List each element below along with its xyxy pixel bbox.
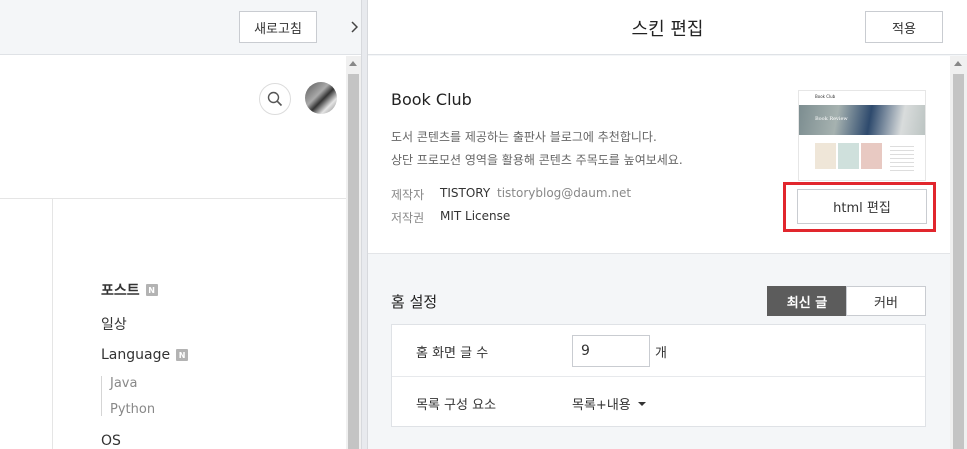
list-config-dropdown[interactable]: 목록+내용 <box>572 394 646 413</box>
new-badge-icon: N <box>176 349 189 361</box>
apply-button[interactable]: 적용 <box>865 11 943 43</box>
thumbnail-site-title: Book Club <box>799 91 925 105</box>
list-config-label: 목록 구성 요소 <box>416 398 497 413</box>
tab-latest-posts[interactable]: 최신 글 <box>767 286 847 316</box>
refresh-button[interactable]: 새로고침 <box>239 11 317 43</box>
license-value: MIT License <box>440 209 511 223</box>
preview-blog-header <box>0 56 346 199</box>
skin-description: 도서 콘텐츠를 제공하는 출판사 블로그에 추천합니다. <box>391 130 657 144</box>
category-label: 일상 <box>101 317 127 333</box>
pane-divider[interactable] <box>361 0 368 449</box>
thumbnail-text-lines <box>890 143 914 173</box>
scroll-up-icon[interactable] <box>954 61 962 66</box>
new-badge-icon: N <box>145 284 158 296</box>
subcategory-java[interactable]: Java <box>110 376 137 391</box>
category-label: Language <box>101 347 171 363</box>
home-settings-title: 홈 설정 <box>391 293 438 311</box>
scroll-up-icon[interactable] <box>349 61 357 66</box>
thumbnail-banner: Book Review <box>799 105 925 135</box>
tab-cover[interactable]: 커버 <box>846 286 926 316</box>
category-posts[interactable]: 포스트 N <box>101 280 158 300</box>
scroll-thumb[interactable] <box>953 74 964 449</box>
editor-scrollbar[interactable] <box>950 56 967 449</box>
category-label: OS <box>101 433 121 449</box>
home-settings-table: 홈 화면 글 수 개 목록 구성 요소 목록+내용 <box>391 324 926 427</box>
highlight-box <box>783 182 936 232</box>
content-divider <box>52 199 53 449</box>
skin-info-card: Book Club 도서 콘텐츠를 제공하는 출판사 블로그에 추천합니다. 상… <box>368 56 950 254</box>
list-config-row: 목록 구성 요소 목록+내용 <box>392 376 925 427</box>
thumbnail-card <box>838 143 859 169</box>
thumbnail-card <box>861 143 882 169</box>
author-email: tistoryblog@daum.net <box>497 186 632 200</box>
search-button[interactable] <box>259 83 291 115</box>
category-language[interactable]: Language N <box>101 347 189 363</box>
license-label: 저작권 <box>391 211 425 225</box>
thumbnail-card <box>815 143 836 169</box>
author-value: TISTORY tistoryblog@daum.net <box>440 186 631 200</box>
skin-description: 상단 프로모션 영역을 활용해 콘텐츠 주목도를 높여보세요. <box>391 153 683 167</box>
avatar[interactable] <box>305 82 337 114</box>
category-os[interactable]: OS <box>101 433 121 449</box>
category-label: 포스트 <box>101 283 140 299</box>
category-daily[interactable]: 일상 <box>101 314 127 334</box>
blog-preview-pane: 새로고침 포스트 N 일상 Language N Java Python OS <box>0 0 346 449</box>
caret-down-icon <box>637 401 646 406</box>
post-count-unit: 개 <box>655 346 667 361</box>
author-name: TISTORY <box>440 186 491 200</box>
preview-scrollbar[interactable] <box>346 56 361 449</box>
preview-toolbar: 새로고침 <box>0 0 346 55</box>
skin-thumbnail: Book Club Book Review <box>798 90 926 181</box>
scroll-thumb[interactable] <box>348 74 359 449</box>
thumbnail-banner-text: Book Review <box>815 116 848 122</box>
subcategory-line <box>101 376 102 416</box>
author-label: 제작자 <box>391 188 425 202</box>
editor-toolbar: 스킨 편집 적용 <box>368 0 967 55</box>
post-count-label: 홈 화면 글 수 <box>416 346 489 361</box>
search-icon <box>267 91 283 107</box>
subcategory-python[interactable]: Python <box>110 402 155 417</box>
post-count-input[interactable] <box>572 335 650 367</box>
chevron-right-icon <box>350 21 358 33</box>
list-config-value: 목록+내용 <box>572 398 631 413</box>
skin-editor-pane: 스킨 편집 적용 Book Club 도서 콘텐츠를 제공하는 출판사 블로그에… <box>368 0 967 449</box>
skin-name: Book Club <box>391 90 472 109</box>
post-count-row: 홈 화면 글 수 개 <box>392 325 925 376</box>
